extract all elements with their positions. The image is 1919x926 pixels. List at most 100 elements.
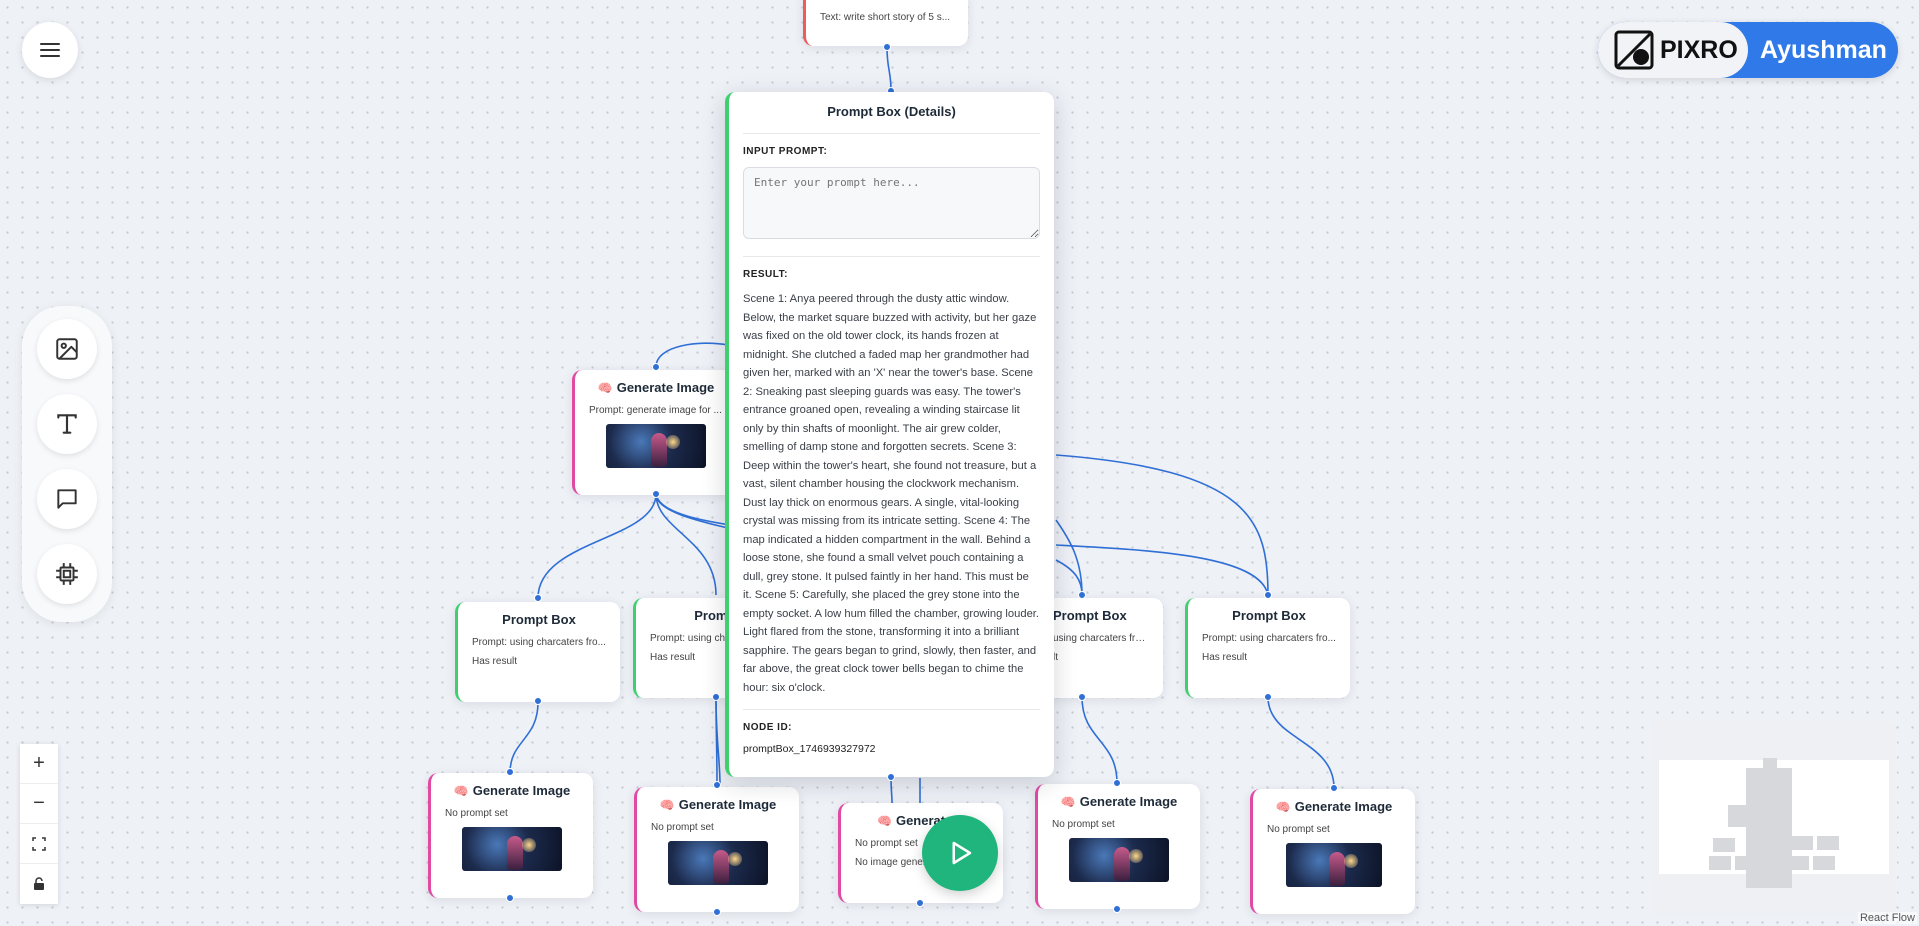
node-prompt: No prompt set (445, 808, 508, 819)
node-title: 🧠 Generate Image (1275, 799, 1393, 814)
handle[interactable] (1264, 591, 1272, 599)
minimap-node (1713, 838, 1735, 852)
menu-button[interactable] (22, 22, 78, 78)
zoom-in-button[interactable]: + (20, 744, 58, 784)
node-id-label: NODE ID: (743, 722, 792, 733)
image-icon (56, 338, 78, 360)
handle[interactable] (506, 768, 514, 776)
minimap-node (1746, 768, 1792, 888)
pixro-logo-icon (1614, 30, 1654, 70)
generate-image-node[interactable]: 🧠 Generate Image No prompt set (428, 773, 593, 898)
result-label: RESULT: (743, 269, 788, 280)
handle[interactable] (534, 697, 542, 705)
fit-view-button[interactable] (20, 824, 58, 864)
fit-view-icon (32, 836, 46, 851)
minimap-node (1728, 805, 1746, 827)
node-title: 🧠 Generate Image (597, 380, 715, 395)
play-icon (952, 841, 972, 865)
node-prompt: No prompt set (1052, 819, 1115, 830)
generated-image-thumbnail (462, 827, 562, 871)
minimap-node (1813, 856, 1835, 870)
node-prompt: Prompt: generate image for ... (589, 405, 722, 416)
add-text-button[interactable] (37, 394, 97, 454)
node-status: Has result (472, 656, 518, 667)
handle[interactable] (506, 894, 514, 902)
brain-icon: 🧠 (877, 814, 892, 828)
node-prompt: Prompt: using charcaters fro... (1202, 633, 1336, 644)
node-title: 🧠 Generate Image (453, 783, 571, 798)
node-status: lt (1053, 652, 1058, 663)
handle[interactable] (534, 594, 542, 602)
handle[interactable] (713, 908, 721, 916)
comment-icon (57, 489, 77, 509)
generate-image-node-top[interactable]: 🧠 Generate Image Prompt: generate image f… (572, 370, 737, 495)
node-title: 🧠 Generate Image (1060, 794, 1178, 809)
generate-image-node[interactable]: 🧠 Generate Image No prompt set (634, 787, 799, 912)
generated-image-thumbnail (668, 841, 768, 885)
prompt-input[interactable] (743, 167, 1040, 239)
node-prompt: No prompt set (651, 822, 714, 833)
handle[interactable] (1078, 693, 1086, 701)
left-toolbar (22, 306, 112, 622)
handle[interactable] (712, 693, 720, 701)
handle[interactable] (1113, 905, 1121, 913)
result-text: Scene 1: Anya peered through the dusty a… (743, 293, 1040, 694)
minimap-node (1761, 856, 1783, 870)
minimap-node (1735, 856, 1757, 870)
add-processor-button[interactable] (37, 544, 97, 604)
minus-icon: − (33, 792, 45, 814)
minimap-node (1787, 856, 1809, 870)
run-flow-button[interactable] (922, 815, 998, 891)
details-output-handle[interactable] (887, 773, 895, 781)
node-prompt: Prompt: using charcaters fro... (472, 637, 606, 648)
generated-image-thumbnail (1286, 843, 1382, 887)
handle[interactable] (916, 899, 924, 907)
handle[interactable] (1264, 693, 1272, 701)
plus-icon: + (33, 752, 45, 774)
prompt-box-node[interactable]: Prompt Box Prompt: using charcaters fro.… (455, 602, 620, 702)
handle[interactable] (652, 363, 660, 371)
generate-image-node[interactable]: 🧠 Generate Image No prompt set (1250, 789, 1415, 914)
lock-icon (34, 877, 44, 890)
node-title: Prompt Box (1053, 608, 1127, 623)
node-prompt: using charcaters fro... (1053, 633, 1149, 644)
handle[interactable] (713, 781, 721, 789)
minimap-node (1817, 836, 1839, 850)
brain-icon: 🧠 (1275, 800, 1291, 814)
prompt-box-node[interactable]: Prompt Box Prompt: using charcaters fro.… (1185, 598, 1350, 698)
menu-icon (40, 43, 60, 57)
minimap-node (1763, 758, 1777, 768)
prompt-box-details-panel: Prompt Box (Details) INPUT PROMPT: RESUL… (725, 92, 1054, 777)
node-id-value: promptBox_1746939327972 (743, 743, 876, 755)
pixro-logo: PIXRO (1598, 22, 1748, 78)
handle[interactable] (652, 490, 660, 498)
node-status: Has result (1202, 652, 1248, 663)
details-title: Prompt Box (Details) (743, 104, 1040, 134)
generated-image-thumbnail (1069, 838, 1169, 882)
chip-icon (56, 563, 78, 585)
node-title: Prompt Box (502, 612, 576, 627)
text-node[interactable]: Text: write short story of 5 s... (803, 0, 968, 46)
brain-icon: 🧠 (597, 381, 613, 395)
node-title: 🧠 Generate Image (659, 797, 777, 812)
handle[interactable] (1113, 779, 1121, 787)
minimap[interactable] (1651, 720, 1897, 914)
brand-pill[interactable]: PIXRO Ayushman (1598, 22, 1898, 78)
text-icon (57, 414, 77, 434)
add-comment-button[interactable] (37, 469, 97, 529)
handle[interactable] (1330, 784, 1338, 792)
lock-button[interactable] (20, 864, 58, 904)
handle[interactable] (1078, 591, 1086, 599)
generated-image-thumbnail (606, 424, 706, 468)
generate-image-node[interactable]: 🧠 Generate Image No prompt set (1035, 784, 1200, 909)
flow-controls: + − (20, 744, 58, 904)
add-image-button[interactable] (37, 319, 97, 379)
brain-icon: 🧠 (453, 784, 469, 798)
react-flow-attribution[interactable]: React Flow (1857, 912, 1917, 924)
text-node-output-handle[interactable] (883, 43, 891, 51)
node-prompt: No prompt set (1267, 824, 1330, 835)
user-name: Ayushman (1760, 36, 1887, 64)
minimap-node (1791, 836, 1813, 850)
minimap-node (1709, 856, 1731, 870)
zoom-out-button[interactable]: − (20, 784, 58, 824)
